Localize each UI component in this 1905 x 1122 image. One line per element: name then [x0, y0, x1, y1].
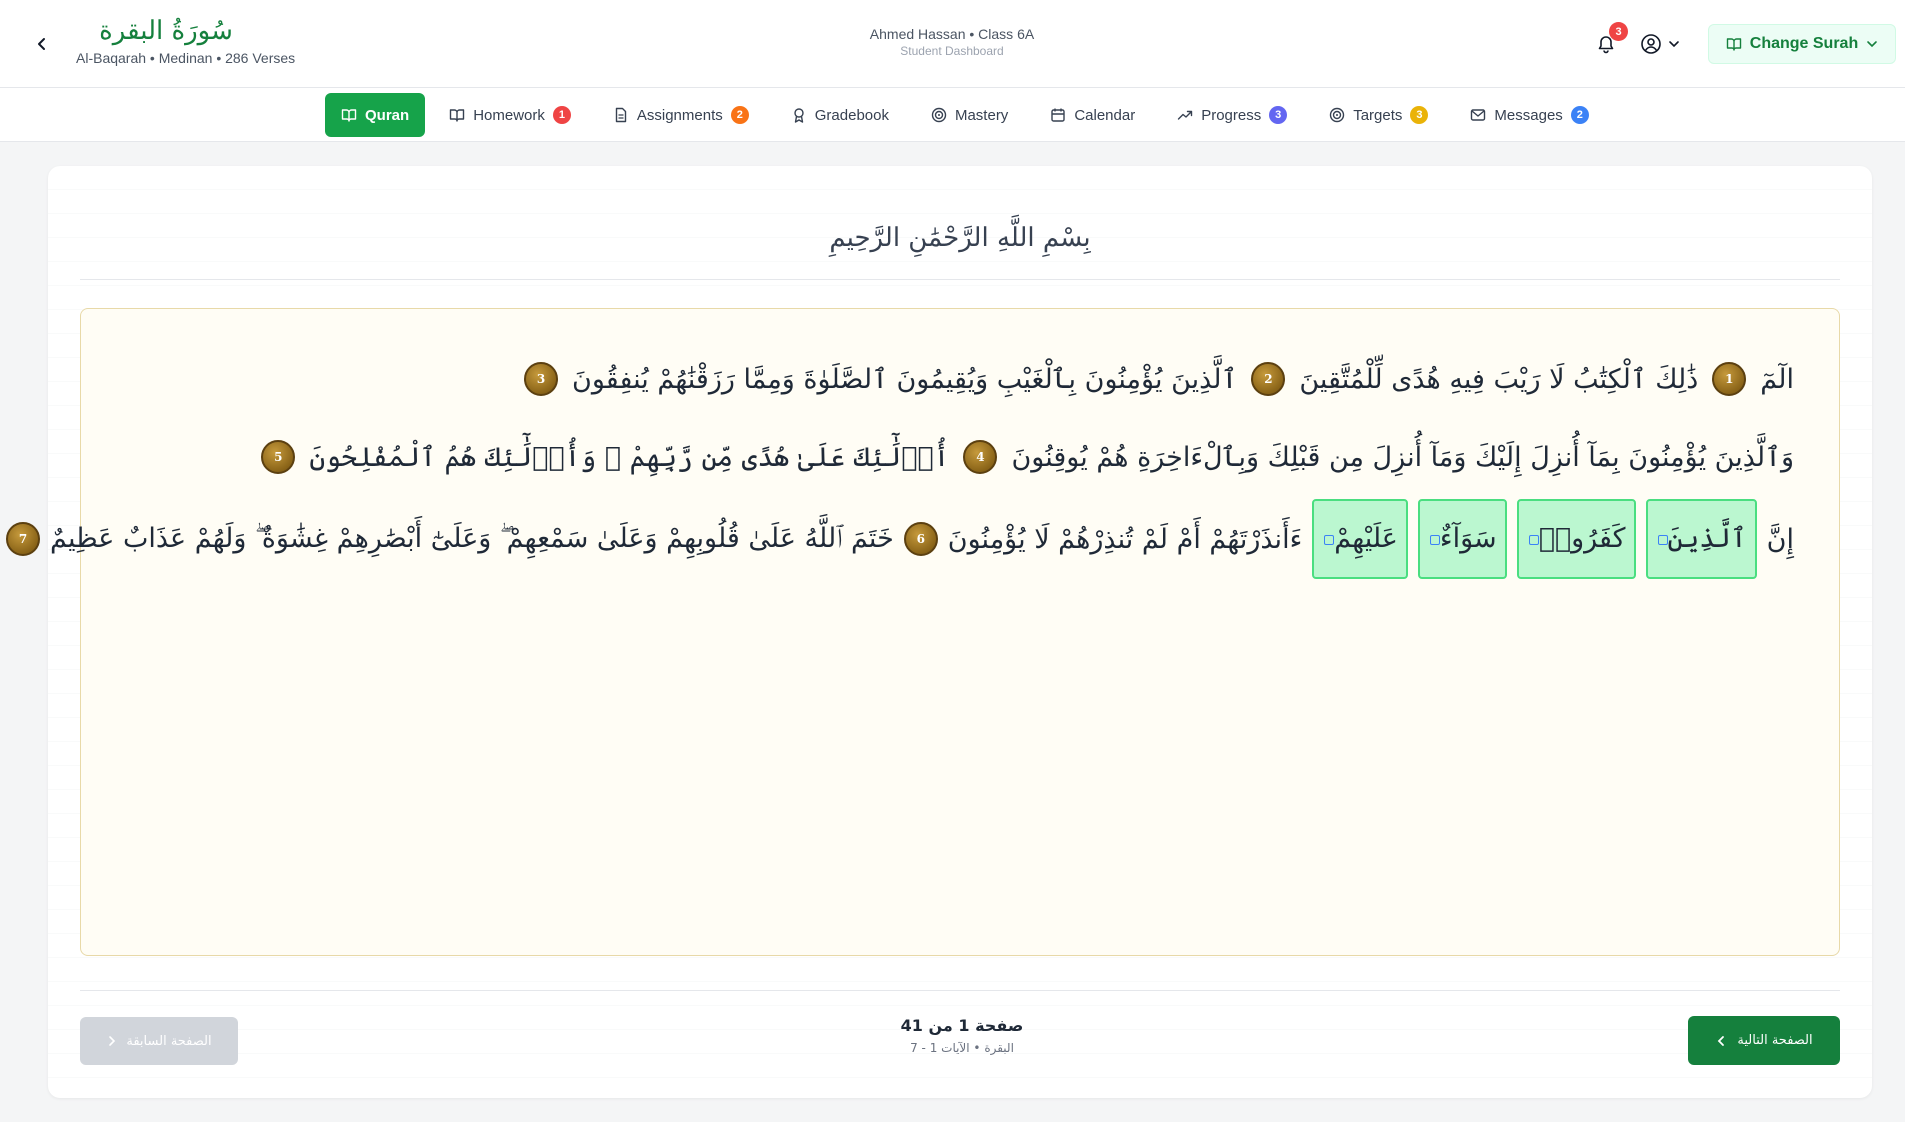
next-page-label: الصفحة التالية	[1737, 1033, 1813, 1048]
tab-badge: 1	[552, 106, 571, 124]
ayah-number-marker[interactable]: 7	[6, 522, 40, 556]
word-text: ٱلَّذِينَ	[1667, 523, 1747, 554]
ayah-number-marker[interactable]: 2	[1251, 362, 1286, 396]
target-icon	[931, 107, 947, 123]
tab-badge: 2	[730, 106, 749, 124]
surah-meta: Al-Baqarah • Medinan • 286 Verses	[76, 50, 296, 66]
tab-label: Targets	[1353, 106, 1403, 124]
chevron-left-icon	[1718, 1035, 1725, 1046]
word-text: سَوَآءٌ	[1439, 523, 1497, 554]
tab-label: Gradebook	[814, 106, 889, 124]
tab-targets[interactable]: Targets 3	[1311, 93, 1446, 137]
ayah-number-marker[interactable]: 6	[903, 522, 938, 556]
ayah-number-marker[interactable]: 1	[1712, 362, 1747, 396]
verse-text[interactable]: ذَٰلِكَ ٱلْكِتَٰبُ لَا رَيْبَ فِيهِ هُدً…	[1299, 364, 1698, 395]
page-range-label: البقرة • الآيات 1 - 7	[910, 1041, 1014, 1055]
verse-text[interactable]: خَتَمَ ٱللَّهُ عَلَىٰ قُلُوبِهِمْ وَعَلَ…	[50, 523, 894, 555]
tab-mastery[interactable]: Mastery	[913, 93, 1026, 137]
document-icon	[615, 107, 627, 123]
mistake-marker-icon	[1657, 534, 1668, 545]
tab-gradebook[interactable]: Gradebook	[773, 93, 907, 137]
highlighted-word[interactable]: سَوَآءٌ	[1417, 499, 1507, 579]
tab-label: Calendar	[1074, 106, 1136, 124]
student-name: Ahmed Hassan • Class 6A	[869, 26, 1035, 42]
previous-page-button[interactable]: الصفحة السابقة	[80, 1017, 238, 1065]
top-header: سُورَةُ البقرة Al-Baqarah • Medinan • 28…	[0, 0, 1905, 88]
tab-label: Mastery	[954, 106, 1009, 124]
award-icon	[794, 108, 804, 123]
ayah-number-marker[interactable]: 4	[963, 440, 998, 474]
tab-homework[interactable]: Homework 1	[431, 93, 589, 137]
verse-text[interactable]: ءَأَنذَرْتَهُمْ أَمْ لَمْ تُنذِرْهُمْ لَ…	[948, 524, 1303, 555]
tab-badge: 2	[1570, 106, 1589, 124]
mistake-marker-icon	[1429, 534, 1440, 545]
ayah-number-marker[interactable]: 3	[524, 362, 559, 396]
tab-calendar[interactable]: Calendar	[1032, 93, 1153, 137]
page-indicator: صفحة 1 من 41 البقرة • الآيات 1 - 7	[862, 1016, 1062, 1055]
verse-text[interactable]: ٱلَّذِينَ يُؤْمِنُونَ بِٱلْغَيْبِ وَيُقِ…	[572, 364, 1237, 395]
book-open-icon	[341, 109, 357, 122]
highlighted-word[interactable]: عَلَيْهِمْ	[1312, 499, 1408, 579]
change-surah-label: Change Surah	[1749, 35, 1859, 52]
tab-badge: 3	[1410, 106, 1429, 124]
prev-page-label: الصفحة السابقة	[126, 1033, 212, 1049]
word-text: كَفَرُوا۟	[1538, 523, 1626, 554]
basmala: بِسْمِ اللَّهِ الرَّحْمَٰنِ الرَّحِيمِ	[80, 206, 1840, 280]
word-text: عَلَيْهِمْ	[1334, 523, 1398, 554]
tab-badge: 3	[1269, 106, 1288, 124]
tab-assignments[interactable]: Assignments 2	[595, 93, 767, 137]
surah-info: سُورَةُ البقرة Al-Baqarah • Medinan • 28…	[76, 14, 336, 66]
book-open-icon	[1726, 38, 1741, 51]
notification-badge: 3	[1609, 22, 1628, 41]
verse-line: إِنَّ ٱلَّذِينَ كَفَرُوا۟ سَوَآءٌ عَلَيْ…	[6, 497, 1794, 581]
student-info: Ahmed Hassan • Class 6A Student Dashboar…	[852, 26, 1052, 58]
tab-label: Assignments	[636, 106, 723, 124]
verse-text[interactable]: وَٱلَّذِينَ يُؤْمِنُونَ بِمَآ أُنزِلَ إِ…	[1011, 442, 1794, 473]
verse-text[interactable]: الٓمٓ	[1760, 364, 1794, 395]
tab-label: Messages	[1494, 106, 1563, 124]
tab-label: Homework	[473, 106, 545, 124]
change-surah-button[interactable]: Change Surah	[1708, 24, 1896, 64]
next-page-button[interactable]: الصفحة التالية	[1688, 1016, 1840, 1065]
tab-quran[interactable]: Quran	[325, 93, 426, 137]
verse-line: وَٱلَّذِينَ يُؤْمِنُونَ بِمَآ أُنزِلَ إِ…	[261, 427, 1794, 487]
user-circle-icon	[1641, 34, 1661, 54]
back-button[interactable]	[28, 30, 56, 58]
chevron-right-icon	[109, 1036, 116, 1046]
tab-messages[interactable]: Messages 2	[1452, 93, 1606, 137]
page-number-label: صفحة 1 من 41	[900, 1016, 1024, 1035]
mistake-marker-icon	[1324, 534, 1335, 545]
verse-word[interactable]: إِنَّ	[1767, 524, 1794, 555]
highlighted-word[interactable]: كَفَرُوا۟	[1516, 499, 1636, 579]
verses-panel: الٓمٓ 1 ذَٰلِكَ ٱلْكِتَٰبُ لَا رَيْبَ فِ…	[6, 308, 1840, 956]
surah-arabic-title: سُورَةُ البقرة	[99, 16, 233, 46]
verse-line: الٓمٓ 1 ذَٰلِكَ ٱلْكِتَٰبُ لَا رَيْبَ فِ…	[524, 349, 1794, 409]
user-menu-button[interactable]	[1640, 30, 1690, 58]
calendar-icon	[1051, 108, 1066, 122]
mail-icon	[1471, 109, 1486, 121]
chevron-left-icon	[38, 38, 45, 50]
main-nav: Quran Homework 1 Assignments 2 Gradebook…	[0, 88, 1905, 142]
tab-progress[interactable]: Progress 3	[1159, 93, 1305, 137]
trend-icon	[1177, 110, 1193, 120]
tab-label: Quran	[365, 106, 410, 124]
chevron-down-icon	[1867, 41, 1878, 48]
chevron-down-icon	[1669, 41, 1679, 48]
tab-label: Progress	[1201, 106, 1262, 124]
student-role: Student Dashboard	[900, 44, 1004, 58]
book-open-icon	[449, 109, 465, 122]
target-icon	[1330, 107, 1345, 123]
divider	[80, 990, 1840, 991]
verse-text[interactable]: أُو۟لَٰٓئِكَ عَلَىٰ هُدًى مِّن رَّبِّهِم…	[309, 442, 949, 473]
mistake-marker-icon	[1528, 534, 1539, 545]
highlighted-word[interactable]: ٱلَّذِينَ	[1645, 499, 1757, 579]
ayah-number-marker[interactable]: 5	[261, 440, 296, 474]
